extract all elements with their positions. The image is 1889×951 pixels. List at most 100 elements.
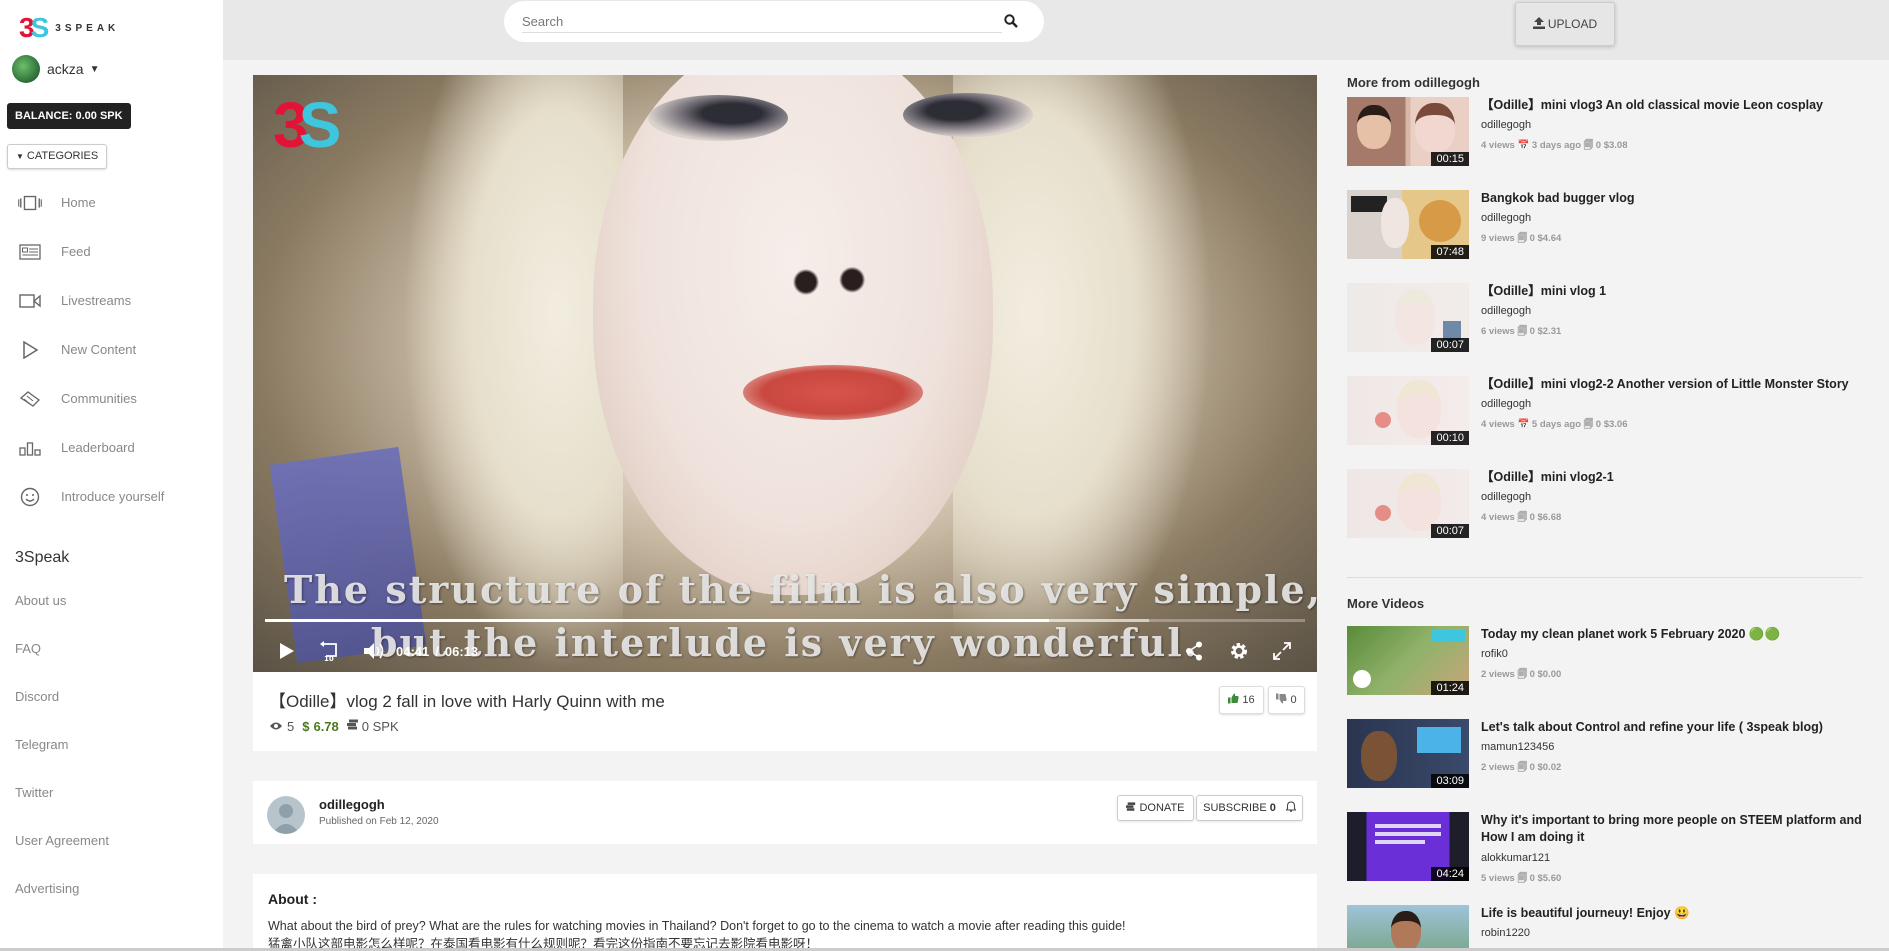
eye-icon: [269, 719, 283, 734]
user-avatar: [12, 55, 40, 83]
balance-badge[interactable]: BALANCE: 0.00 SPK: [7, 103, 131, 129]
video-title[interactable]: 【Odille】mini vlog3 An old classical movi…: [1481, 97, 1871, 114]
video-title[interactable]: Bangkok bad bugger vlog: [1481, 190, 1871, 207]
subscribe-button[interactable]: SUBSCRIBE 0: [1196, 795, 1303, 821]
dislike-button[interactable]: 0: [1268, 686, 1305, 714]
video-info-card: 【Odille】vlog 2 fall in love with Harly Q…: [253, 672, 1317, 751]
footer-link-advertising[interactable]: Advertising: [15, 877, 109, 925]
footer-link-twitter[interactable]: Twitter: [15, 781, 109, 829]
video-author[interactable]: rofik0: [1481, 648, 1508, 660]
video-thumbnail[interactable]: 03:09: [1347, 719, 1469, 788]
like-count: 16: [1242, 694, 1255, 706]
play-icon[interactable]: [279, 642, 295, 660]
video-thumbnail[interactable]: 01:24: [1347, 626, 1469, 695]
donate-button[interactable]: DONATE: [1117, 795, 1194, 821]
share-icon[interactable]: [1185, 641, 1203, 661]
subscribe-label: SUBSCRIBE: [1203, 802, 1267, 814]
about-card: About : What about the bird of prey? Wha…: [253, 874, 1317, 951]
channel-name[interactable]: odillegogh: [319, 797, 385, 812]
sidebar-item-label: Leaderboard: [61, 440, 135, 455]
video-thumbnail[interactable]: 00:07: [1347, 469, 1469, 538]
search-input[interactable]: [522, 11, 1002, 33]
video-author[interactable]: odillegogh: [1481, 398, 1531, 410]
video-title[interactable]: 【Odille】mini vlog2-1: [1481, 469, 1871, 486]
sidebar-item-feed[interactable]: Feed: [0, 227, 223, 276]
list-item[interactable]: 07:48 Bangkok bad bugger vlog odillegogh…: [1347, 190, 1867, 262]
video-title[interactable]: Today my clean planet work 5 February 20…: [1481, 626, 1871, 643]
duration: 06:13: [444, 643, 479, 659]
progress-bar[interactable]: [265, 619, 1305, 622]
search-bar: [504, 1, 1044, 42]
logo[interactable]: 3S 3SPEAK: [19, 14, 119, 42]
volume-icon[interactable]: [363, 642, 385, 660]
video-author[interactable]: odillegogh: [1481, 119, 1531, 131]
list-item[interactable]: 00:15 【Odille】mini vlog3 An old classica…: [1347, 97, 1867, 169]
video-meta: 4 views 📅 5 days ago 🗐 0 $3.06: [1481, 419, 1628, 430]
video-meta: 6 views 🗐 0 $2.31: [1481, 326, 1562, 337]
time-separator: /: [435, 643, 439, 659]
video-spk: 0 SPK: [361, 719, 399, 734]
video-author[interactable]: alokkumar121: [1481, 852, 1550, 864]
video-author[interactable]: robin1220: [1481, 927, 1530, 939]
list-item[interactable]: 00:10 【Odille】mini vlog2-2 Another versi…: [1347, 376, 1867, 448]
sidebar-item-communities[interactable]: Communities: [0, 374, 223, 423]
divider: [1347, 577, 1863, 578]
video-author[interactable]: mamun123456: [1481, 741, 1554, 753]
footer-link-user-agreement[interactable]: User Agreement: [15, 829, 109, 877]
video-author[interactable]: odillegogh: [1481, 491, 1531, 503]
video-title[interactable]: Life is beautiful journeuy! Enjoy 😃: [1481, 905, 1867, 922]
categories-button[interactable]: ▼ CATEGORIES: [7, 144, 108, 169]
sidebar-item-label: Livestreams: [61, 293, 132, 308]
video-duration: 00:10: [1431, 431, 1469, 445]
upload-button[interactable]: UPLOAD: [1515, 2, 1615, 46]
sidebar-nav: Home Feed Livestreams New Content Commun…: [0, 178, 223, 521]
video-player[interactable]: 3S The structure of the film is also ver…: [253, 75, 1317, 672]
sidebar-item-introduce-yourself[interactable]: Introduce yourself: [0, 472, 223, 521]
list-item[interactable]: 01:24 Today my clean planet work 5 Febru…: [1347, 626, 1867, 698]
list-item[interactable]: 03:09 Let's talk about Control and refin…: [1347, 719, 1867, 791]
fullscreen-icon[interactable]: [1273, 642, 1291, 660]
more-videos-title: More Videos: [1347, 596, 1425, 611]
about-description: What about the bird of prey? What are th…: [268, 917, 1308, 951]
footer-link-about-us[interactable]: About us: [15, 589, 109, 637]
thumbs-down-icon: [1276, 693, 1288, 707]
video-title[interactable]: Why it's important to bring more people …: [1481, 812, 1871, 846]
video-thumbnail[interactable]: 00:10: [1347, 376, 1469, 445]
video-meta: 4 views 🗐 0 $6.68: [1481, 512, 1562, 523]
video-author[interactable]: odillegogh: [1481, 212, 1531, 224]
user-name: ackza: [47, 61, 84, 77]
channel-avatar[interactable]: [267, 796, 305, 834]
video-thumbnail[interactable]: 00:07: [1347, 283, 1469, 352]
list-item[interactable]: Life is beautiful journeuy! Enjoy 😃 robi…: [1347, 905, 1867, 948]
video-thumbnail[interactable]: 04:24: [1347, 812, 1469, 881]
settings-gear-icon[interactable]: [1229, 641, 1249, 661]
video-title[interactable]: Let's talk about Control and refine your…: [1481, 719, 1871, 736]
video-thumbnail[interactable]: 07:48: [1347, 190, 1469, 259]
sidebar-item-livestreams[interactable]: Livestreams: [0, 276, 223, 325]
rewind-10-icon[interactable]: 10: [319, 641, 341, 661]
logo-text: 3SPEAK: [55, 22, 120, 34]
coins-icon: [346, 719, 359, 734]
list-item[interactable]: 00:07 【Odille】mini vlog 1 odillegogh 6 v…: [1347, 283, 1867, 355]
video-thumbnail[interactable]: 00:15: [1347, 97, 1469, 166]
user-menu[interactable]: ackza ▼: [12, 55, 99, 83]
footer-link-discord[interactable]: Discord: [15, 685, 109, 733]
video-title[interactable]: 【Odille】mini vlog 1: [1481, 283, 1871, 300]
sidebar-item-new-content[interactable]: New Content: [0, 325, 223, 374]
footer-link-telegram[interactable]: Telegram: [15, 733, 109, 781]
video-author[interactable]: odillegogh: [1481, 305, 1531, 317]
video-meta: 2 views 🗐 0 $0.00: [1481, 669, 1562, 680]
donate-label: DONATE: [1139, 802, 1185, 814]
footer-link-faq[interactable]: FAQ: [15, 637, 109, 685]
list-item[interactable]: 04:24 Why it's important to bring more p…: [1347, 812, 1867, 884]
sidebar-item-label: Feed: [61, 244, 91, 259]
video-thumbnail[interactable]: [1347, 905, 1469, 948]
video-frame-nose: [773, 205, 883, 315]
sidebar-item-home[interactable]: Home: [0, 178, 223, 227]
sidebar-item-leaderboard[interactable]: Leaderboard: [0, 423, 223, 472]
search-icon[interactable]: [1004, 14, 1018, 33]
like-button[interactable]: 16: [1219, 686, 1264, 714]
list-item[interactable]: 00:07 【Odille】mini vlog2-1 odillegogh 4 …: [1347, 469, 1867, 541]
player-watermark-logo: 3S: [273, 89, 341, 161]
video-title[interactable]: 【Odille】mini vlog2-2 Another version of …: [1481, 376, 1871, 393]
